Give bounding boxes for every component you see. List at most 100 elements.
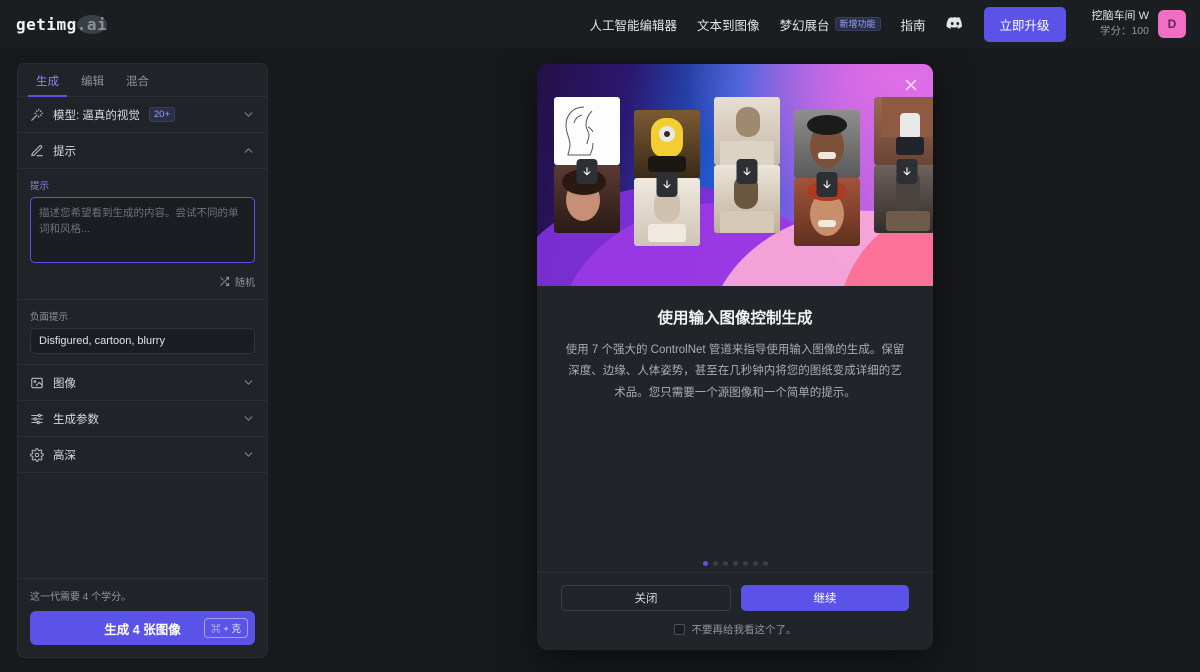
nav-label-dream-booth: 梦幻展台 <box>779 18 830 33</box>
section-generation-params-label: 生成参数 <box>53 413 99 426</box>
pencil-icon <box>31 144 43 156</box>
dont-show-again-checkbox[interactable] <box>673 624 685 635</box>
arrow-down-icon <box>583 167 591 176</box>
chevron-down-icon <box>244 380 253 385</box>
arrow-down-icon <box>823 180 831 189</box>
nav-item-guide[interactable]: 指南 <box>901 15 926 34</box>
generate-button[interactable]: 生成 4 张图像 ⌘ + 克 <box>30 611 255 645</box>
section-generation-params[interactable]: 生成参数 <box>18 401 267 437</box>
shuffle-prompt-button[interactable]: 随机 <box>30 274 255 289</box>
negative-prompt-group: 负面提示 <box>18 300 267 365</box>
nav-badge-new: 新增功能 <box>834 16 881 32</box>
prompt-input[interactable] <box>30 197 255 263</box>
chevron-down-icon <box>244 112 253 117</box>
modal-description: 使用 7 个强大的 ControlNet 管道来指导使用输入图像的生成。保留深度… <box>565 344 905 399</box>
tab-generate[interactable]: 生成 <box>28 70 67 97</box>
shuffle-label: 随机 <box>235 278 255 289</box>
nav-label-text-to-image: 文本到图像 <box>696 18 760 33</box>
negative-prompt-label: 负面提示 <box>30 312 69 323</box>
prompt-input-label: 提示 <box>30 181 50 192</box>
arrow-down-badge <box>656 172 678 197</box>
model-label: 模型: 逼真的视觉 <box>53 109 140 122</box>
app-root: getimg.ai 人工智能编辑器 文本到图像 梦幻展台 新增功能 指南 立即升… <box>0 0 1200 672</box>
sliders-icon <box>31 413 43 424</box>
close-icon[interactable] <box>902 76 920 94</box>
nav-item-dream-booth[interactable]: 梦幻展台 新增功能 <box>779 15 881 34</box>
nav-label-ai-editor: 人工智能编辑器 <box>589 18 677 33</box>
pagination-dot[interactable] <box>712 561 718 566</box>
upgrade-button[interactable]: 立即升级 <box>983 6 1066 42</box>
dont-show-again-row[interactable]: 不要再给我看这个了。 <box>561 622 909 637</box>
shuffle-icon <box>220 276 230 287</box>
prompt-section-label: 提示 <box>53 145 76 158</box>
image-icon <box>31 377 43 388</box>
prompt-section-header[interactable]: 提示 <box>18 133 267 169</box>
face-art <box>794 110 860 178</box>
arrow-down-icon <box>903 167 911 176</box>
chevron-down-icon <box>244 416 253 421</box>
hero-pair-5 <box>874 97 933 233</box>
pagination-dot[interactable] <box>722 561 728 566</box>
modal-content: 使用输入图像控制生成 使用 7 个强大的 ControlNet 管道来指导使用输… <box>537 286 933 553</box>
hero-source-thumb <box>794 110 860 178</box>
nav-item-ai-editor[interactable]: 人工智能编辑器 <box>589 15 677 34</box>
modal-continue-button[interactable]: 继续 <box>741 585 909 611</box>
user-name: 挖脑车间 W <box>1091 10 1149 23</box>
hero-pair-2 <box>634 110 700 246</box>
left-sidebar-panel: 生成 编辑 混合 模型: 逼真的视觉 20+ 提示 提示 描述您希望看到生成的内… <box>17 63 268 658</box>
section-images-label: 图像 <box>53 377 76 390</box>
tab-blend[interactable]: 混合 <box>118 70 157 97</box>
pose-art <box>874 97 933 165</box>
prompt-field-group: 提示 随机 <box>18 169 267 300</box>
modal-close-button[interactable]: 关闭 <box>561 585 731 611</box>
hero-source-thumb <box>554 97 620 165</box>
negative-prompt-input[interactable] <box>30 328 255 354</box>
model-selector-row[interactable]: 模型: 逼真的视觉 20+ <box>18 97 267 133</box>
user-info: 挖脑车间 W 学分：100 <box>1092 9 1149 38</box>
chevron-up-icon <box>244 148 253 153</box>
sidebar-body: 模型: 逼真的视觉 20+ 提示 提示 随机 <box>18 97 267 578</box>
modal-action-buttons: 关闭 继续 <box>561 585 909 611</box>
minion-art <box>634 110 700 178</box>
hero-image-strip <box>537 97 933 246</box>
generate-button-label: 生成 4 张图像 <box>104 622 181 637</box>
brand-suffix: .ai <box>76 14 108 34</box>
modal-pagination-dots <box>537 553 933 572</box>
tab-edit[interactable]: 编辑 <box>73 70 112 97</box>
arrow-down-badge <box>736 159 758 184</box>
arrow-down-badge <box>816 172 838 197</box>
modal-footer: 关闭 继续 不要再给我看这个了。 <box>537 572 933 650</box>
discord-icon[interactable] <box>946 15 964 33</box>
brand-logo[interactable]: getimg.ai <box>16 14 108 34</box>
modal-title: 使用输入图像控制生成 <box>657 310 813 327</box>
onboarding-modal: 使用输入图像控制生成 使用 7 个强大的 ControlNet 管道来指导使用输… <box>537 64 933 650</box>
chevron-down-icon <box>244 452 253 457</box>
arrow-down-icon <box>663 180 671 189</box>
magic-wand-icon <box>31 108 44 121</box>
user-menu[interactable]: 挖脑车间 W 学分：100 D <box>1092 9 1186 38</box>
pagination-dot[interactable] <box>762 561 768 566</box>
generate-shortcut-hint: ⌘ + 克 <box>204 618 248 638</box>
pagination-dot[interactable] <box>742 561 748 566</box>
model-count-badge: 20+ <box>148 106 176 123</box>
arrow-down-icon <box>743 167 751 176</box>
nav-label-guide: 指南 <box>900 18 926 33</box>
pagination-dot[interactable] <box>752 561 758 566</box>
sidebar-footer: 这一代需要 4 个学分。 生成 4 张图像 ⌘ + 克 <box>18 578 267 657</box>
section-images[interactable]: 图像 <box>18 365 267 401</box>
sidebar-tabs: 生成 编辑 混合 <box>18 64 267 97</box>
section-advanced[interactable]: 高深 <box>18 437 267 473</box>
top-navigation-bar: getimg.ai 人工智能编辑器 文本到图像 梦幻展台 新增功能 指南 立即升… <box>0 0 1200 48</box>
sketch-art <box>554 97 620 165</box>
section-advanced-label: 高深 <box>53 449 76 462</box>
user-credits: 学分：100 <box>1099 25 1149 38</box>
pagination-dot[interactable] <box>732 561 738 566</box>
dont-show-again-label: 不要再给我看这个了。 <box>691 624 797 636</box>
nav-item-text-to-image[interactable]: 文本到图像 <box>697 15 760 34</box>
hero-source-thumb <box>634 110 700 178</box>
avatar[interactable]: D <box>1158 9 1186 38</box>
modal-hero-banner <box>537 64 933 286</box>
pagination-dot[interactable] <box>702 561 708 566</box>
hero-source-thumb <box>874 97 933 165</box>
arrow-down-badge <box>896 159 918 184</box>
